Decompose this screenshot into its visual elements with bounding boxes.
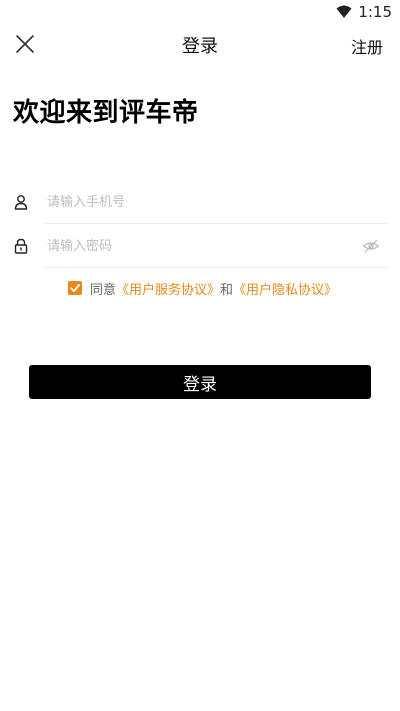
user-privacy-agreement-link[interactable]: 《用户隐私协议》 [233,279,337,298]
page-title: 登录 [182,36,218,57]
login-button[interactable]: 登录 [29,365,371,399]
register-link[interactable]: 注册 [351,34,383,58]
agreement-prefix: 同意 [90,282,117,298]
user-service-agreement-link[interactable]: 《用户服务协议》 [116,279,220,298]
agreement-conjunction: 和 [220,282,234,298]
phone-input[interactable] [44,188,350,216]
password-divider [44,267,388,268]
agreement-checkbox[interactable] [68,281,82,295]
wifi-icon [336,5,352,19]
title-bar: 登录 注册 [0,24,400,68]
check-icon [70,284,80,292]
status-bar: 1:15 [0,0,400,24]
agreement-row: 同意 《用户服务协议》 和 《用户隐私协议》 [68,278,337,298]
user-icon [13,194,29,210]
welcome-heading: 欢迎来到评车帝 [13,98,199,128]
phone-field-row [0,180,400,224]
eye-hidden-icon[interactable] [362,237,380,255]
status-time: 1:15 [358,3,392,21]
password-field-row [0,224,400,268]
password-input[interactable] [44,232,350,260]
lock-icon [13,238,29,254]
status-right: 1:15 [336,2,392,22]
